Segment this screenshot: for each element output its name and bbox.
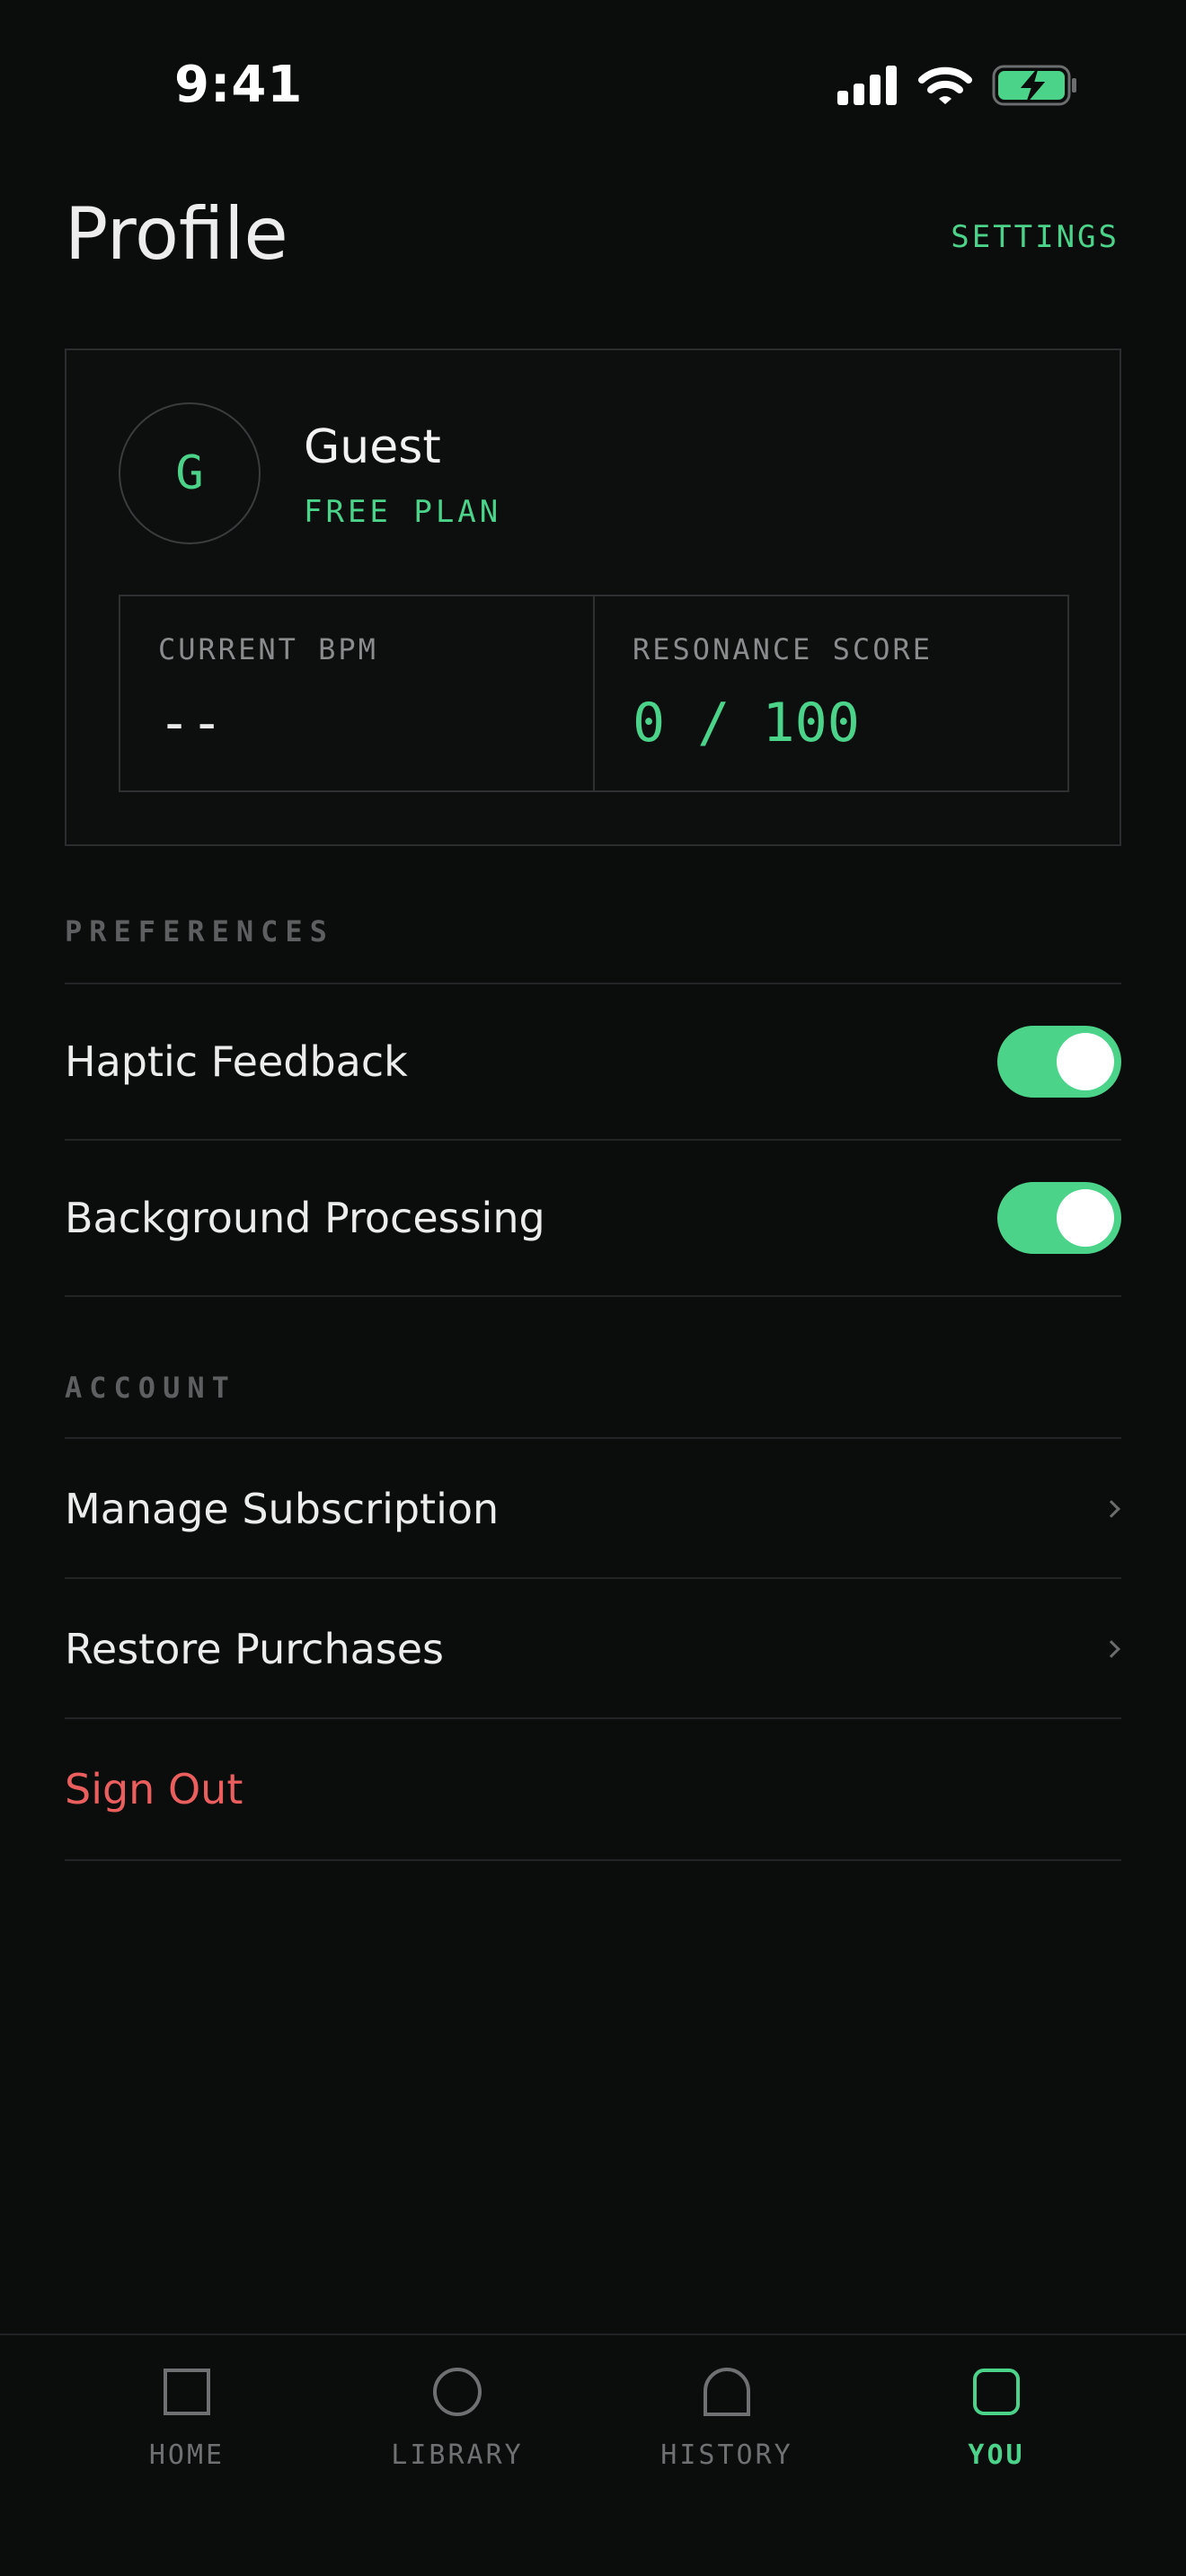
tab-label: YOU xyxy=(968,2439,1025,2471)
sign-out-label: Sign Out xyxy=(65,1765,243,1813)
resonance-score-stat: RESONANCE SCORE 0 / 100 xyxy=(593,596,1067,790)
wifi-icon xyxy=(918,66,972,104)
tab-history[interactable]: HISTORY xyxy=(619,2362,835,2497)
restore-purchases-row[interactable]: Restore Purchases xyxy=(65,1577,1121,1719)
current-bpm-stat: CURRENT BPM -- xyxy=(120,596,593,790)
tab-you[interactable]: YOU xyxy=(889,2362,1104,2497)
avatar[interactable]: G xyxy=(119,402,261,544)
stat-value: -- xyxy=(158,692,224,754)
plan-badge: FREE PLAN xyxy=(304,494,502,530)
tab-label: HISTORY xyxy=(660,2439,793,2471)
user-name: Guest xyxy=(304,420,441,474)
status-time: 9:41 xyxy=(174,56,304,114)
chevron-right-icon xyxy=(1102,1500,1120,1518)
profile-screen: 9:41 Profile SETTINGS G Guest FREE PLAN … xyxy=(0,0,1186,2576)
chevron-right-icon xyxy=(1102,1640,1120,1658)
circle-icon xyxy=(433,2368,482,2416)
tab-label: HOME xyxy=(148,2439,226,2471)
rounded-square-icon xyxy=(973,2369,1020,2415)
background-processing-toggle[interactable] xyxy=(997,1182,1121,1254)
status-icons xyxy=(837,65,1078,106)
haptic-feedback-row: Haptic Feedback xyxy=(65,983,1121,1139)
square-icon xyxy=(164,2369,210,2415)
tab-home[interactable]: HOME xyxy=(79,2362,295,2497)
haptic-feedback-toggle[interactable] xyxy=(997,1026,1121,1098)
signal-icon xyxy=(837,66,897,105)
tab-bar: HOME LIBRARY HISTORY YOU xyxy=(0,2333,1186,2576)
status-bar: 9:41 xyxy=(0,0,1186,171)
account-section-label: ACCOUNT xyxy=(65,1371,236,1405)
sign-out-row[interactable]: Sign Out xyxy=(65,1717,1121,1861)
stat-label: CURRENT BPM xyxy=(158,632,378,666)
toggle-knob xyxy=(1057,1033,1114,1090)
manage-subscription-row[interactable]: Manage Subscription xyxy=(65,1437,1121,1579)
tab-label: LIBRARY xyxy=(391,2439,524,2471)
stat-label: RESONANCE SCORE xyxy=(633,632,933,666)
background-processing-row: Background Processing xyxy=(65,1139,1121,1297)
row-label: Background Processing xyxy=(65,1194,545,1242)
tab-library[interactable]: LIBRARY xyxy=(350,2362,565,2497)
row-label: Manage Subscription xyxy=(65,1485,500,1533)
stat-value: 0 / 100 xyxy=(633,692,860,754)
row-label: Haptic Feedback xyxy=(65,1037,408,1086)
preferences-section-label: PREFERENCES xyxy=(65,914,334,948)
toggle-knob xyxy=(1057,1189,1114,1247)
stats-panel: CURRENT BPM -- RESONANCE SCORE 0 / 100 xyxy=(119,595,1069,792)
page-title: Profile xyxy=(65,192,288,276)
battery-charging-icon xyxy=(992,65,1076,106)
profile-card: G Guest FREE PLAN CURRENT BPM -- RESONAN… xyxy=(65,348,1121,846)
settings-button[interactable]: SETTINGS xyxy=(951,219,1120,255)
arch-icon xyxy=(704,2368,750,2416)
row-label: Restore Purchases xyxy=(65,1625,445,1673)
